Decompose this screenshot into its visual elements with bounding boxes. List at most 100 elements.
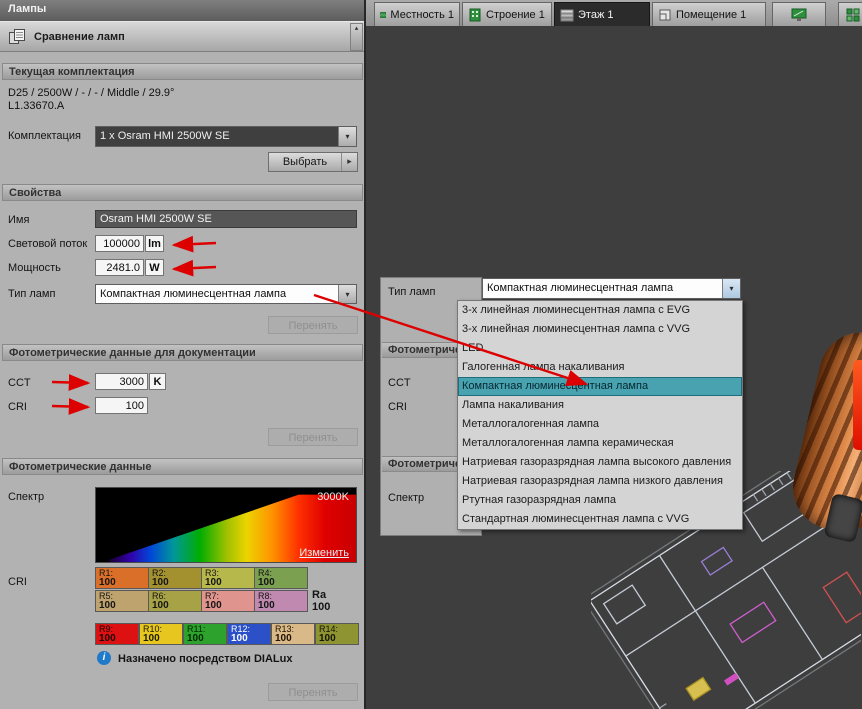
section-header-photometric: Фотометрические данные (2, 458, 363, 475)
lamp-type-dropdown[interactable]: Компактная люминесцентная лампа ▾ (95, 284, 357, 304)
tab-layout-view[interactable] (838, 2, 862, 26)
chevron-down-icon: ▾ (338, 285, 356, 303)
assigned-by-dialux-note: Назначено посредством DIALux (118, 653, 293, 665)
cri-cell-r7: R7: 100 (201, 590, 255, 612)
apply-button-photometric-doc: Перенять (268, 428, 358, 446)
cri-cell-r1: R1: 100 (95, 567, 149, 589)
tab-label: Строение 1 (486, 8, 545, 21)
lamp-type-label: Тип ламп (8, 288, 56, 300)
floor-icon (560, 9, 574, 21)
select-button-label: Выбрать (282, 156, 328, 168)
tab-label: Местность 1 (390, 8, 454, 21)
spectrum-label-copy: Спектр (388, 492, 425, 504)
lamp-type-option[interactable]: Ртутная газоразрядная лампа (458, 491, 742, 510)
spectrum-temperature: 3000K (317, 491, 349, 503)
apply-button-properties: Перенять (268, 316, 358, 334)
lamp-type-option[interactable]: Стандартная люминесцентная лампа с VVG (458, 510, 742, 529)
cri-cell-r5: R5: 100 (95, 590, 149, 612)
lamp-type-option-selected[interactable]: Компактная люминесцентная лампа (458, 377, 742, 396)
cad-view-icon (791, 8, 807, 21)
building-icon (469, 8, 481, 21)
tab-building[interactable]: Строение 1 (462, 2, 552, 26)
arrow-right-icon: ▸ (341, 153, 357, 171)
section-header-properties: Свойства (2, 184, 363, 201)
config-label: Комплектация (8, 130, 81, 142)
lamp-comparison-label: Сравнение ламп (34, 31, 125, 43)
info-icon: i (97, 651, 111, 665)
spectrum-label: Спектр (8, 491, 45, 503)
name-field[interactable]: Osram HMI 2500W SE (95, 210, 357, 228)
lamp-type-dropdown-open[interactable]: Компактная люминесцентная лампа ▾ (482, 278, 741, 299)
chevron-down-icon: ▾ (722, 279, 740, 298)
name-label: Имя (8, 214, 30, 226)
config-dropdown[interactable]: 1 x Osram HMI 2500W SE ▾ (95, 126, 357, 147)
3d-viewport[interactable]: Тип ламп Фотометрическ CCT CRI Фотометри… (366, 26, 862, 709)
luminous-flux-field[interactable]: 100000 (95, 235, 144, 252)
cri-cell-r8: R8: 100 (254, 590, 308, 612)
power-label: Мощность (8, 262, 61, 274)
lamp-type-option[interactable]: Натриевая газоразрядная лампа высокого д… (458, 453, 742, 472)
lamp-type-option[interactable]: Металлогалогенная лампа (458, 415, 742, 434)
cri-label: CRI (8, 401, 27, 413)
lamp-comparison-bar[interactable]: Сравнение ламп ▴ (0, 21, 364, 52)
cct-label: CCT (8, 377, 31, 389)
ra-summary: Ra 100 (312, 589, 331, 613)
section-header-photometric-doc: Фотометрические данные для документации (2, 344, 363, 361)
lamp-type-option-list: 3-х линейная люминесцентная лампа с EVG … (457, 300, 743, 530)
lamp-type-option[interactable]: LED (458, 339, 742, 358)
cri-cell-r13: R13: 100 (271, 623, 315, 645)
lamp-type-dropdown-value: Компактная люминесцентная лампа (96, 285, 338, 303)
spectrum-change-link[interactable]: Изменить (299, 547, 349, 559)
cri-cell-r11: R11: 100 (183, 623, 227, 645)
lamp-spec-line: D25 / 2500W / - / - / Middle / 29.9° (8, 87, 175, 99)
lamp-type-option[interactable]: 3-х линейная люминесцентная лампа с EVG (458, 301, 742, 320)
section-header-current-config: Текущая комплектация (2, 63, 363, 80)
select-button[interactable]: Выбрать ▸ (268, 152, 358, 172)
cri-cell-r6: R6: 100 (148, 590, 202, 612)
cri-cell-r14: R14: 100 (315, 623, 359, 645)
cri-cell-r2: R2: 100 (148, 567, 202, 589)
luminous-flux-label: Световой поток (8, 238, 88, 250)
cri-cell-r12: R12: 100 (227, 623, 271, 645)
room-icon (659, 9, 671, 20)
lamp-type-option[interactable]: Металлогалогенная лампа керамическая (458, 434, 742, 453)
lamp-comparison-icon (9, 29, 25, 44)
chevron-down-icon: ▾ (338, 127, 356, 146)
tab-room[interactable]: Помещение 1 (652, 2, 766, 26)
cri-cell-r9: R9: 100 (95, 623, 139, 645)
tab-label: Помещение 1 (676, 8, 747, 21)
lamp-article-number: L1.33670.A (8, 100, 65, 112)
tab-cad-view[interactable] (772, 2, 826, 26)
config-dropdown-value: 1 x Osram HMI 2500W SE (96, 127, 338, 146)
cri-label-copy: CRI (388, 401, 407, 413)
cri-cell-r4: R4: 100 (254, 567, 308, 589)
panel-scroll-up-button[interactable]: ▴ (350, 23, 363, 51)
lamp-type-option[interactable]: Галогенная лампа накаливания (458, 358, 742, 377)
power-field[interactable]: 2481.0 (95, 259, 144, 276)
power-unit: W (145, 259, 164, 276)
cct-label-copy: CCT (388, 377, 411, 389)
layout-icon (846, 8, 860, 21)
tab-label: Этаж 1 (578, 8, 614, 21)
apply-button-photometric: Перенять (268, 683, 358, 701)
cri-field[interactable]: 100 (95, 397, 148, 414)
cri-table-label: CRI (8, 576, 27, 588)
lamp-type-dropdown-value: Компактная люминесцентная лампа (483, 279, 722, 298)
panel-title: Лампы (0, 0, 364, 21)
terrain-icon (380, 11, 387, 18)
lamp-type-label-copy: Тип ламп (388, 286, 436, 298)
tab-site[interactable]: Местность 1 (374, 2, 460, 26)
lamp-type-option[interactable]: Лампа накаливания (458, 396, 742, 415)
cri-cell-r3: R3: 100 (201, 567, 255, 589)
spectrum-preview: 3000K Изменить (95, 487, 357, 563)
view-tab-bar: Местность 1 Строение 1 Этаж 1 Помещение … (366, 0, 862, 26)
luminous-flux-unit: lm (145, 235, 164, 252)
tab-floor[interactable]: Этаж 1 (554, 2, 650, 26)
cct-field[interactable]: 3000 (95, 373, 148, 390)
lamp-photo-highlight (853, 360, 862, 450)
cct-unit: K (149, 373, 166, 390)
dialux-window: Лампы Сравнение ламп ▴ Текущая комплекта… (0, 0, 862, 709)
lamp-type-option[interactable]: Натриевая газоразрядная лампа низкого да… (458, 472, 742, 491)
lamps-panel: Лампы Сравнение ламп ▴ Текущая комплекта… (0, 0, 366, 709)
lamp-type-option[interactable]: 3-х линейная люминесцентная лампа с VVG (458, 320, 742, 339)
